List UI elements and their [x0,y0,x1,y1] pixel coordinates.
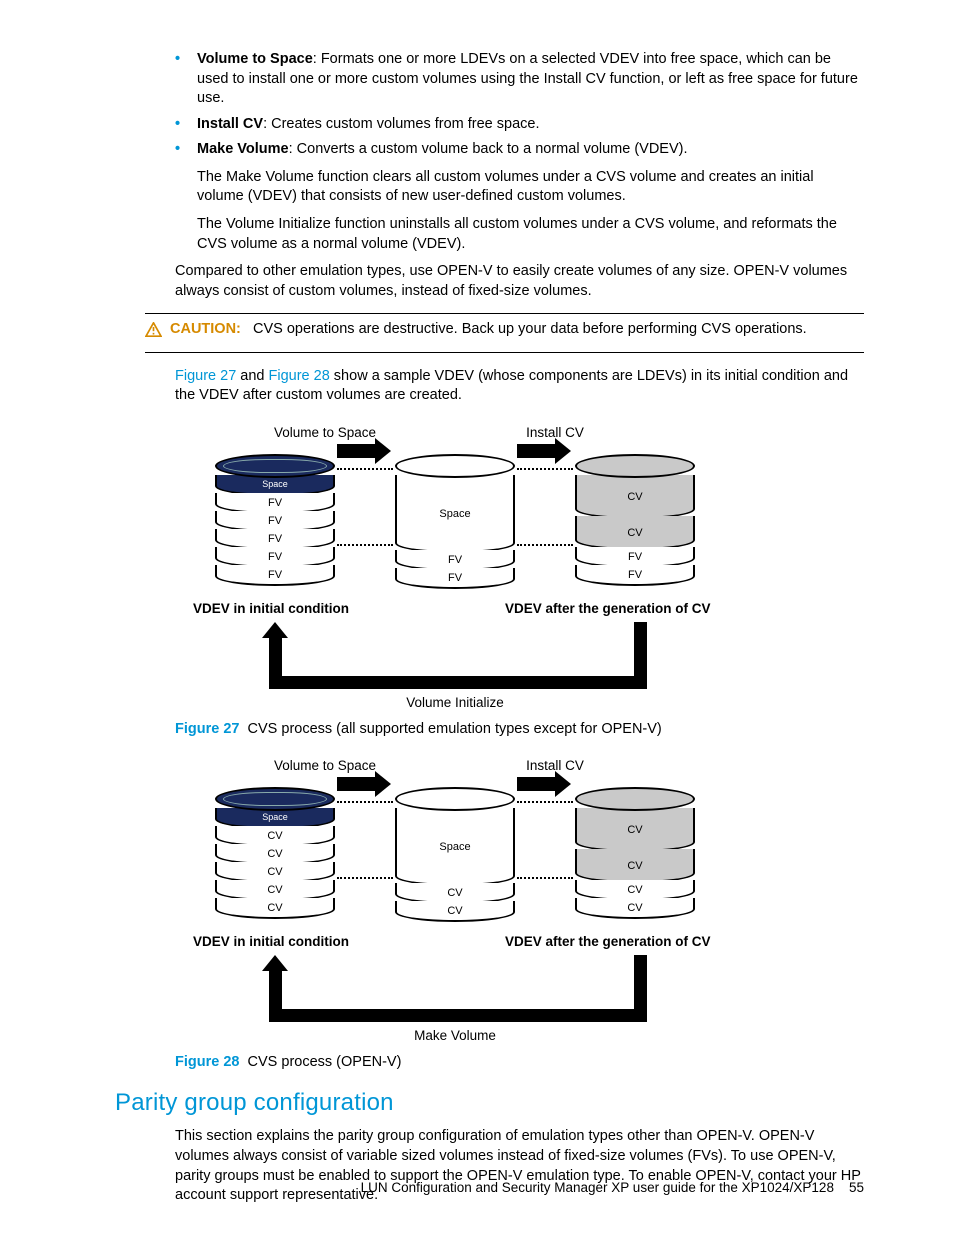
figure-link-27[interactable]: Figure 27 [175,368,236,384]
dotted-line [517,877,573,879]
caution-triangle-icon [145,322,162,337]
page-footer: LUN Configuration and Security Manager X… [361,1179,864,1197]
figure-27-caption: Figure 27 CVS process (all supported emu… [175,720,864,740]
label-vdev-initial: VDEV in initial condition [193,600,349,618]
divider [145,352,864,353]
slab: FV [395,568,515,589]
figure-27-diagram: Volume to Space Install CV Space FV FV F… [175,424,864,716]
feature-list: Volume to Space: Formats one or more LDE… [175,50,864,160]
dotted-line [337,801,393,803]
cylinder-left: Space CV CV CV CV CV [215,787,335,919]
make-volume-note-2: The Volume Initialize function uninstall… [197,215,864,254]
dotted-line [337,544,393,546]
dotted-line [517,544,573,546]
figure-caption-text: CVS process (OPEN-V) [248,1054,402,1070]
cylinder-left: Space FV FV FV FV FV [215,454,335,586]
figure-number: Figure 28 [175,1054,239,1070]
list-item: Make Volume: Converts a custom volume ba… [175,140,864,160]
slab: CV [215,898,335,919]
label-vdev-after: VDEV after the generation of CV [505,600,711,618]
dotted-line [517,801,573,803]
caution-text: CVS operations are destructive. Back up … [253,321,807,337]
divider [145,313,864,314]
caution-text-wrap: CAUTION: CVS operations are destructive.… [170,320,807,340]
list-item: Volume to Space: Formats one or more LDE… [175,50,864,109]
slab: CV [575,898,695,919]
cylinder-right: CV CV FV FV [575,454,695,586]
footer-page-number: 55 [849,1180,864,1195]
connector [634,622,647,689]
slab: CV [395,901,515,922]
label-volume-to-space: Volume to Space [265,424,385,442]
footer-title: LUN Configuration and Security Manager X… [361,1180,834,1195]
arrow-icon [517,777,557,791]
slab: CV [575,516,695,550]
desc: : Creates custom volumes from free space… [263,116,539,132]
connector [269,1009,647,1022]
figure-caption-text: CVS process (all supported emulation typ… [248,721,662,737]
connector [269,969,282,1009]
connector [269,636,282,676]
label-make-volume: Make Volume [395,1027,515,1045]
list-item: Install CV: Creates custom volumes from … [175,115,864,135]
connector [634,955,647,1022]
figure-28-diagram: Volume to Space Install CV Space CV CV C… [175,757,864,1049]
dotted-line [517,468,573,470]
slab: FV [215,565,335,586]
slab: CV [575,475,695,519]
figure-reference-paragraph: Figure 27 and Figure 28 show a sample VD… [175,367,864,406]
slab-space: Space [395,475,515,553]
make-volume-note-1: The Make Volume function clears all cust… [197,168,864,207]
label-volume-to-space: Volume to Space [265,757,385,775]
cylinder-middle: Space CV CV [395,787,515,922]
slab: FV [575,565,695,586]
slab: CV [575,808,695,852]
cylinder-right: CV CV CV CV [575,787,695,919]
section-heading: Parity group configuration [115,1087,864,1119]
label-vdev-after: VDEV after the generation of CV [505,933,711,951]
caution-block: CAUTION: CVS operations are destructive.… [145,320,864,340]
label-vdev-initial: VDEV in initial condition [193,933,349,951]
slab: CV [575,849,695,883]
connector [269,676,647,689]
arrow-icon [337,777,377,791]
term: Install CV [197,116,263,132]
slab-space: Space [395,808,515,886]
caution-label: CAUTION: [170,321,241,337]
desc: : Converts a custom volume back to a nor… [289,141,688,157]
arrow-icon [517,444,557,458]
dotted-line [337,468,393,470]
figure-link-28[interactable]: Figure 28 [269,368,330,384]
arrow-icon [337,444,377,458]
term: Make Volume [197,141,289,157]
term: Volume to Space [197,51,313,67]
figure-number: Figure 27 [175,721,239,737]
compared-paragraph: Compared to other emulation types, use O… [175,262,864,301]
label-volume-initialize: Volume Initialize [395,694,515,712]
cylinder-middle: Space FV FV [395,454,515,589]
dotted-line [337,877,393,879]
figure-28-caption: Figure 28 CVS process (OPEN-V) [175,1053,864,1073]
